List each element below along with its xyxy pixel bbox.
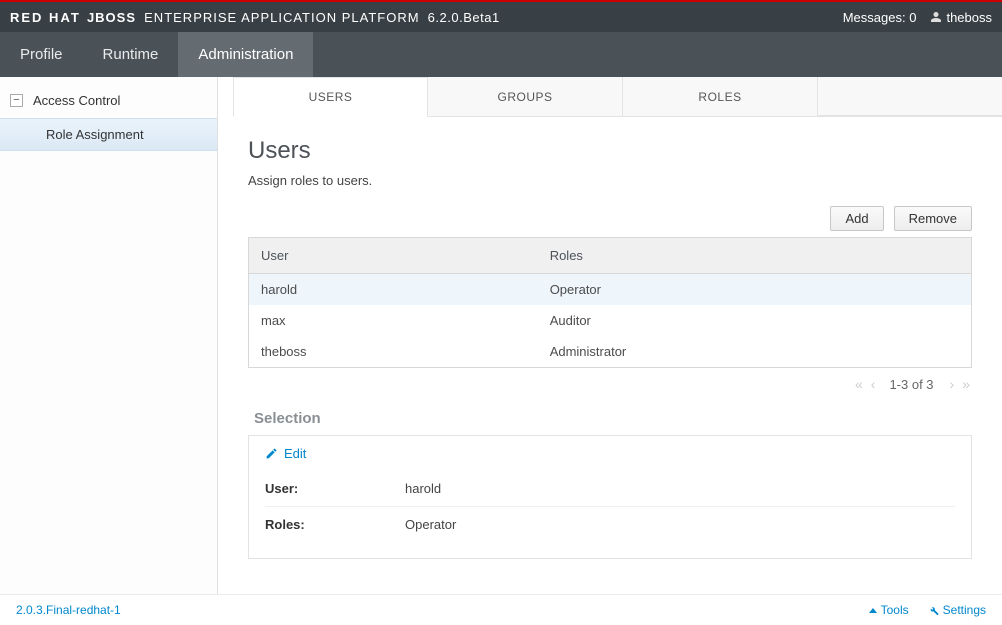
pencil-icon [265, 447, 278, 460]
wrench-icon [927, 604, 939, 616]
sidebar-item-label: Access Control [33, 93, 120, 108]
user-menu[interactable]: theboss [930, 10, 992, 25]
cell-user: theboss [249, 336, 538, 368]
selection-key: Roles: [265, 517, 405, 532]
remove-button[interactable]: Remove [894, 206, 972, 231]
primary-tabs: Profile Runtime Administration [0, 32, 1002, 77]
table-row[interactable]: theboss Administrator [249, 336, 972, 368]
brand-eap: ENTERPRISE APPLICATION PLATFORM [144, 10, 419, 25]
selection-row-user: User: harold [265, 471, 955, 507]
content-tabs: USERS GROUPS ROLES [233, 77, 1002, 117]
sidebar-item-access-control[interactable]: − Access Control [0, 87, 217, 114]
pager: « ‹ 1-3 of 3 › » [248, 368, 972, 396]
page-description: Assign roles to users. [248, 173, 972, 188]
add-button[interactable]: Add [830, 206, 883, 231]
footer: 2.0.3.Final-redhat-1 Tools Settings [0, 594, 1002, 625]
caret-up-icon [869, 608, 877, 613]
pager-next-icon[interactable]: › [950, 376, 953, 392]
username: theboss [946, 10, 992, 25]
pager-prev-icon[interactable]: ‹ [871, 376, 874, 392]
table-row[interactable]: harold Operator [249, 274, 972, 306]
footer-settings[interactable]: Settings [927, 603, 986, 617]
table-row[interactable]: max Auditor [249, 305, 972, 336]
cell-user: harold [249, 274, 538, 306]
pager-last-icon[interactable]: » [962, 376, 968, 392]
users-table: User Roles harold Operator max Auditor t… [248, 237, 972, 368]
page-title: Users [248, 137, 972, 165]
content-tab-roles[interactable]: ROLES [623, 77, 818, 116]
brand: RED HAT JBOSS ENTERPRISE APPLICATION PLA… [10, 10, 500, 25]
content-tab-groups[interactable]: GROUPS [428, 77, 623, 116]
messages-link[interactable]: Messages: 0 [843, 10, 917, 25]
cell-roles: Operator [538, 274, 972, 306]
tab-profile[interactable]: Profile [0, 32, 83, 77]
sidebar: − Access Control Role Assignment [0, 77, 218, 594]
edit-link[interactable]: Edit [265, 446, 306, 461]
toolbar: Add Remove [248, 206, 972, 231]
edit-label: Edit [284, 446, 306, 461]
col-header-user[interactable]: User [249, 238, 538, 274]
pager-first-icon[interactable]: « [855, 376, 861, 392]
user-icon [930, 11, 942, 23]
content-tab-users[interactable]: USERS [233, 77, 428, 117]
selection-panel: Edit User: harold Roles: Operator [248, 435, 972, 559]
col-header-roles[interactable]: Roles [538, 238, 972, 274]
sidebar-item-role-assignment[interactable]: Role Assignment [0, 118, 217, 151]
sidebar-item-label: Role Assignment [46, 127, 144, 142]
brand-redhat: RED HAT [10, 10, 81, 25]
cell-user: max [249, 305, 538, 336]
cell-roles: Auditor [538, 305, 972, 336]
header-right: Messages: 0 theboss [843, 10, 992, 25]
cell-roles: Administrator [538, 336, 972, 368]
footer-tools[interactable]: Tools [869, 603, 909, 617]
selection-key: User: [265, 481, 405, 496]
content-area: USERS GROUPS ROLES Users Assign roles to… [218, 77, 1002, 594]
selection-row-roles: Roles: Operator [265, 507, 955, 542]
selection-value: Operator [405, 517, 456, 532]
selection-value: harold [405, 481, 441, 496]
footer-version[interactable]: 2.0.3.Final-redhat-1 [16, 603, 121, 617]
collapse-icon[interactable]: − [10, 94, 23, 107]
selection-heading: Selection [254, 410, 972, 427]
tab-runtime[interactable]: Runtime [83, 32, 179, 77]
brand-jboss: JBOSS [87, 10, 136, 25]
pager-label: 1-3 of 3 [889, 377, 933, 392]
tab-administration[interactable]: Administration [178, 32, 313, 77]
brand-version: 6.2.0.Beta1 [428, 10, 500, 25]
header-bar: RED HAT JBOSS ENTERPRISE APPLICATION PLA… [0, 2, 1002, 32]
